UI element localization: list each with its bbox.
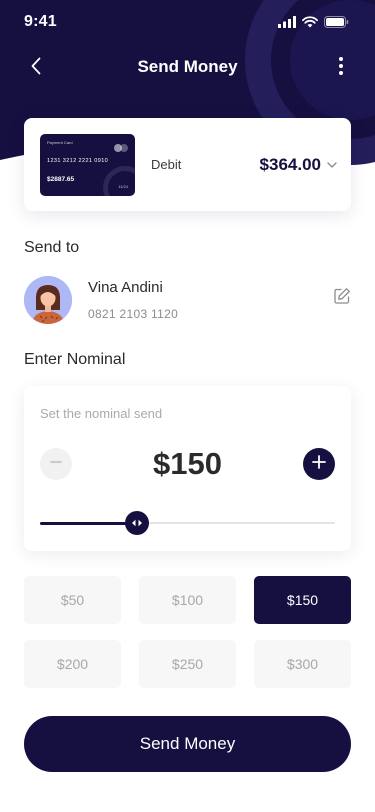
- chevron-down-icon[interactable]: [325, 158, 339, 172]
- amount-option[interactable]: $150: [254, 576, 351, 624]
- send-money-button[interactable]: Send Money: [24, 716, 351, 772]
- page-title: Send Money: [137, 57, 238, 76]
- slider-fill: [40, 521, 138, 525]
- status-time: 9:41: [24, 13, 57, 30]
- card-label: Payment Card: [47, 140, 73, 145]
- nominal-slider[interactable]: [40, 511, 335, 535]
- send-to-title: Send to: [24, 239, 80, 256]
- amount-option[interactable]: $300: [254, 640, 351, 688]
- amount-option[interactable]: $250: [139, 640, 236, 688]
- card-decoration: [103, 166, 135, 196]
- nominal-value: $150: [153, 446, 222, 481]
- recipient-name: Vina Andini: [88, 279, 163, 296]
- signal-icon: [278, 15, 296, 33]
- recipient-phone: 0821 2103 1120: [88, 307, 179, 321]
- plus-icon: [312, 454, 326, 474]
- wifi-icon: [302, 15, 318, 33]
- slider-thumb[interactable]: [125, 511, 150, 535]
- battery-icon: [324, 15, 349, 33]
- payment-card-thumbnail: Payment Card 1231 3212 2221 0910 $2887.6…: [40, 134, 135, 196]
- amount-option[interactable]: $100: [139, 576, 236, 624]
- avatar: [24, 276, 72, 324]
- nominal-panel: Set the nominal send $150: [24, 386, 351, 551]
- amount-options: $50 $100 $150 $200 $250 $300: [24, 576, 351, 688]
- enter-nominal-title: Enter Nominal: [24, 351, 126, 368]
- top-nav: Send Money: [0, 48, 375, 88]
- nominal-hint: Set the nominal send: [40, 406, 163, 421]
- card-number: 1231 3212 2221 0910: [47, 158, 109, 164]
- increase-button[interactable]: [303, 448, 335, 480]
- status-bar: 9:41: [0, 0, 375, 44]
- card-balance: $2887.65: [47, 176, 75, 183]
- slider-arrows-icon: [131, 514, 143, 532]
- edit-icon[interactable]: [333, 287, 351, 305]
- card-type: Debit: [151, 157, 182, 172]
- more-vertical-icon: [338, 56, 344, 81]
- card-selector[interactable]: Payment Card 1231 3212 2221 0910 $2887.6…: [24, 118, 351, 211]
- card-amount: $364.00: [259, 155, 321, 174]
- amount-option[interactable]: $50: [24, 576, 121, 624]
- card-brand-icon: [114, 139, 128, 152]
- amount-option[interactable]: $200: [24, 640, 121, 688]
- more-options-button[interactable]: [329, 54, 353, 82]
- status-icons: [278, 15, 349, 33]
